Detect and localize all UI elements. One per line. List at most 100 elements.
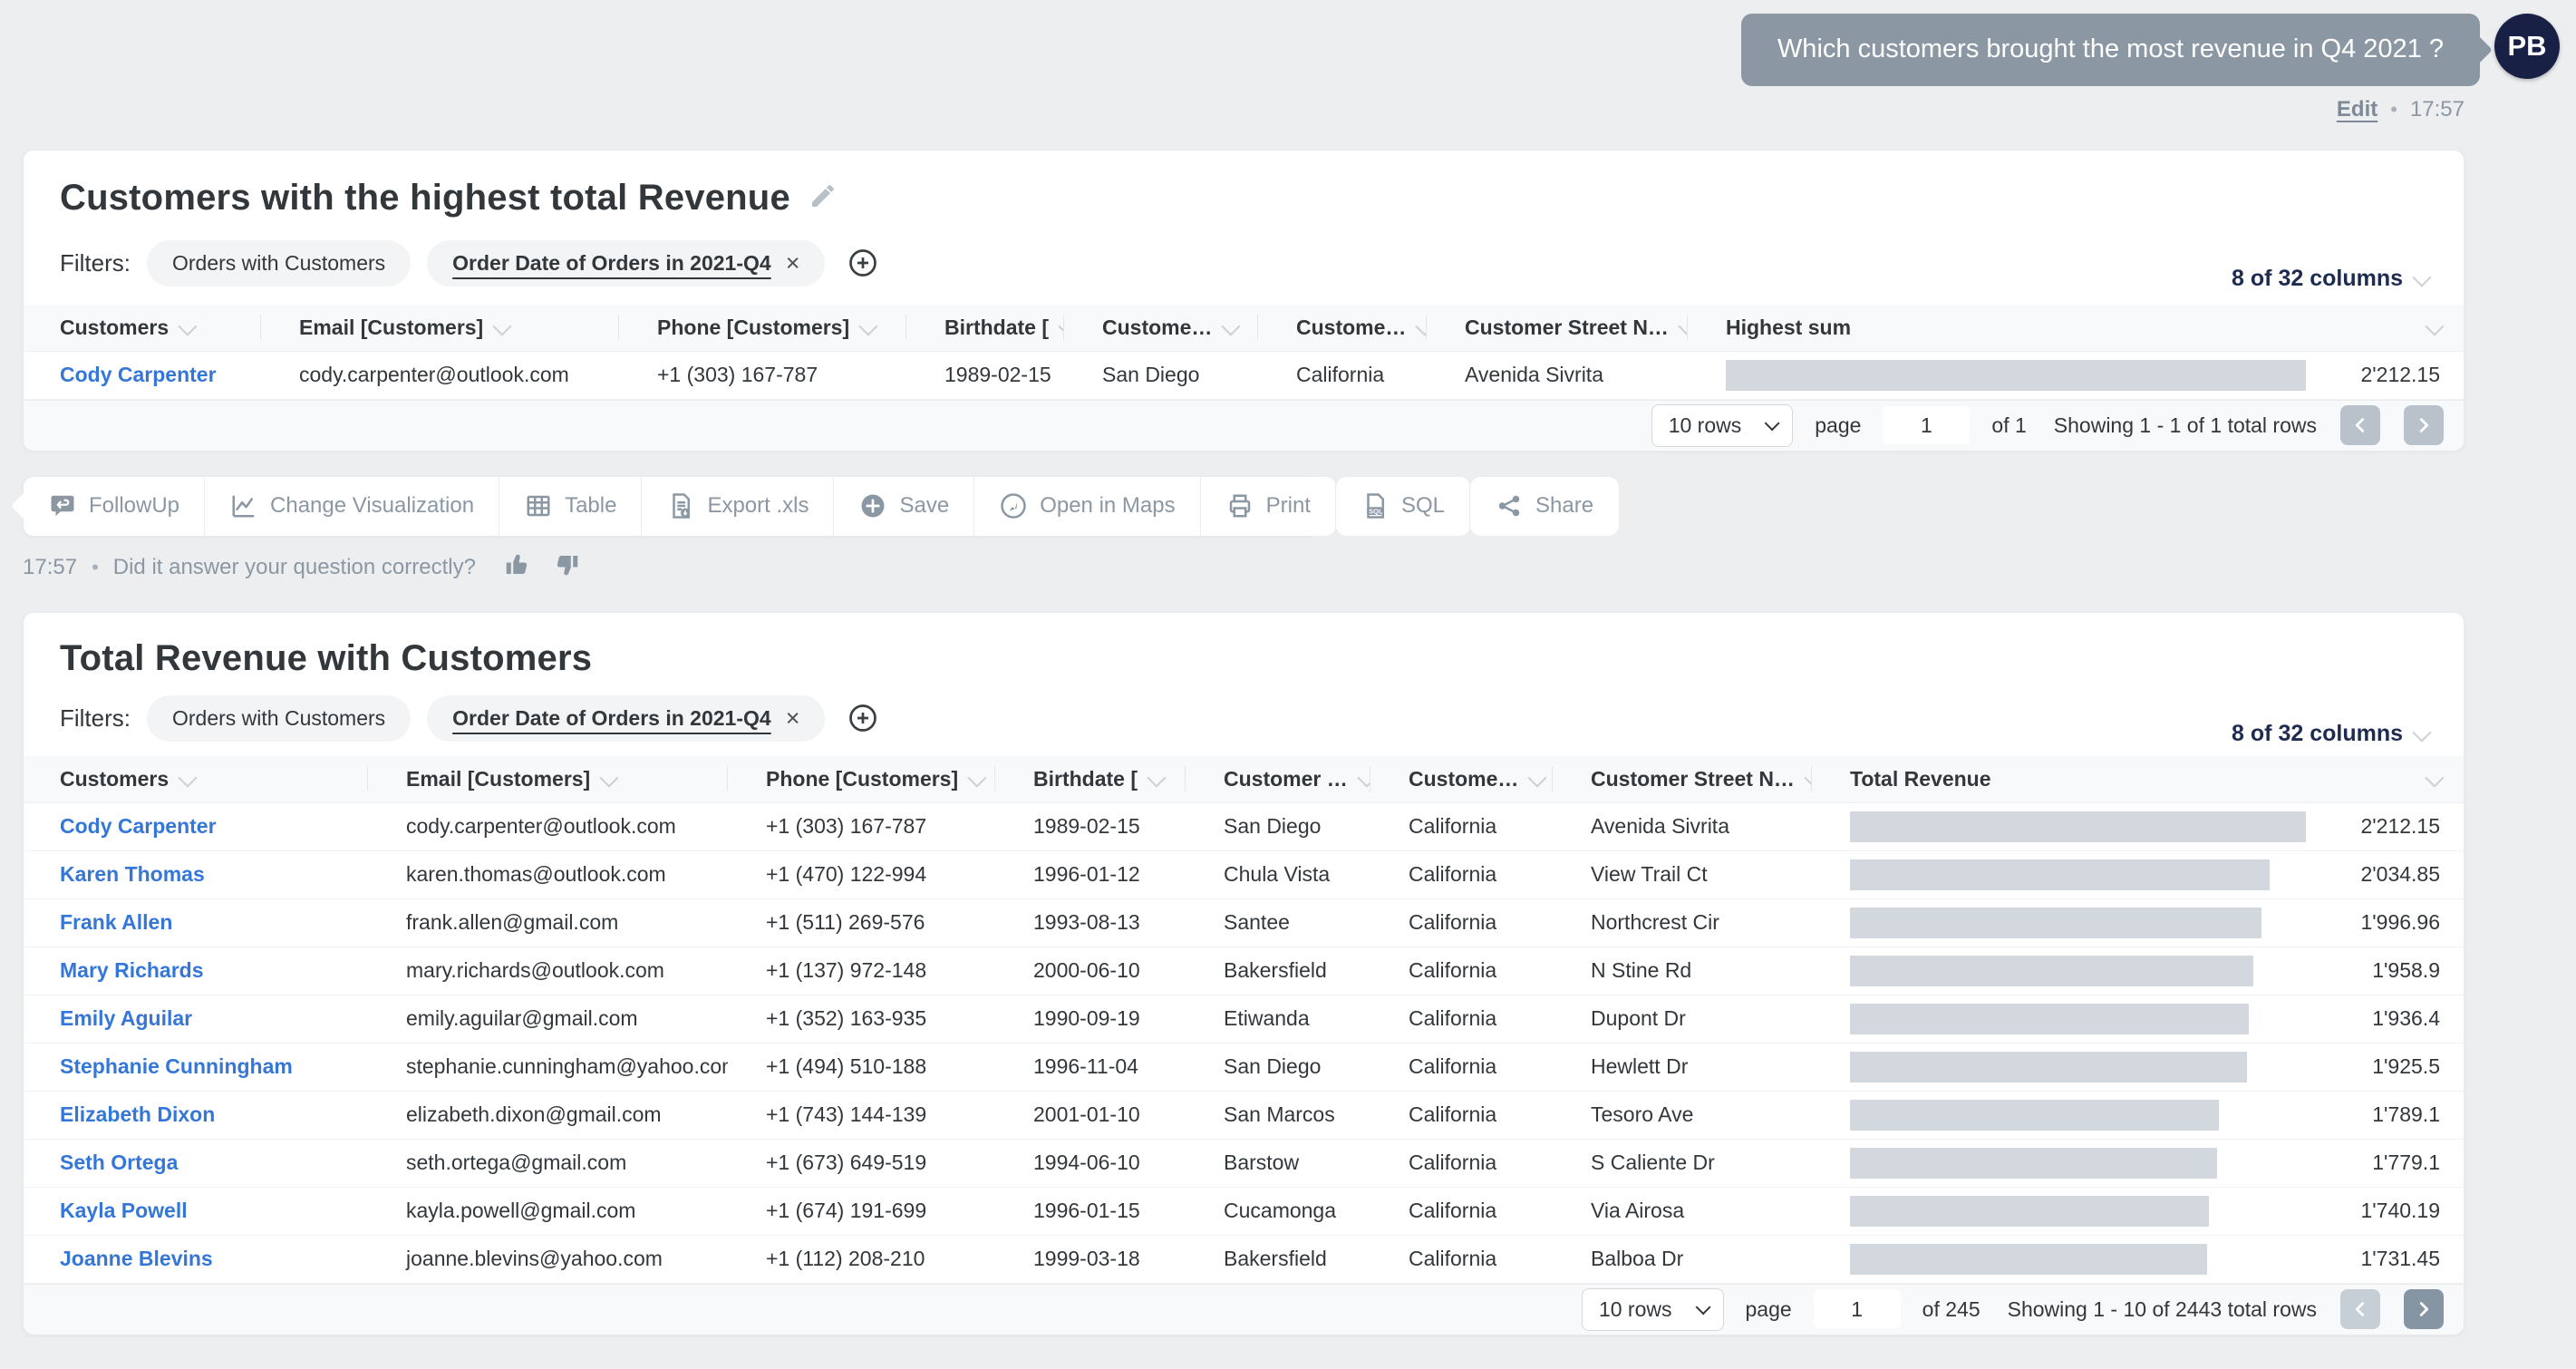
customer-name-link[interactable]: Kayla Powell [24,1199,368,1223]
thumbs-up-icon[interactable] [503,551,530,585]
chevron-down-icon[interactable] [2425,316,2444,335]
column-header-phone[interactable]: Phone [Customers] [619,305,906,351]
chevron-down-icon[interactable] [1357,768,1370,787]
customer-name-link[interactable]: Seth Ortega [24,1151,368,1175]
chevron-down-icon[interactable] [1678,316,1688,335]
edit-title-pencil-icon[interactable] [809,181,838,215]
customer-name-link[interactable]: Joanne Blevins [24,1247,368,1271]
chevron-down-icon[interactable] [178,316,197,335]
page-number-input[interactable] [1883,406,1970,444]
printer-icon [1226,492,1254,519]
customer-name-link[interactable]: Cody Carpenter [24,814,368,839]
email-cell: kayla.powell@gmail.com [368,1199,728,1223]
column-header-birthdate[interactable]: Birthdate [ [906,305,1064,351]
add-filter-icon[interactable] [847,247,879,279]
customer-name-link[interactable]: Frank Allen [24,910,368,935]
customer-name-link[interactable]: Cody Carpenter [24,363,261,387]
customer-name-link[interactable]: Karen Thomas [24,862,368,887]
column-header-city[interactable]: Customer … [1186,756,1370,802]
column-header-email[interactable]: Email [Customers] [261,305,619,351]
export-xls-button[interactable]: Export .xls [642,477,834,536]
column-header-email[interactable]: Email [Customers] [368,756,728,802]
column-header-state[interactable]: Custome… [1370,756,1553,802]
customer-name-link[interactable]: Emily Aguilar [24,1006,368,1031]
email-cell: stephanie.cunningham@yahoo.com [368,1054,728,1079]
state-cell: California [1370,862,1553,887]
value-bar [1850,1148,2217,1179]
column-header-phone[interactable]: Phone [Customers] [728,756,995,802]
column-header-street[interactable]: Customer Street N… [1553,756,1812,802]
previous-page-button[interactable] [2340,1289,2380,1329]
page-number-input[interactable] [1814,1290,1901,1328]
chevron-down-icon[interactable] [1222,316,1241,335]
column-header-customers[interactable]: Customers [24,305,261,351]
email-cell: emily.aguilar@gmail.com [368,1006,728,1031]
chevron-down-icon[interactable] [1147,768,1166,787]
save-button[interactable]: Save [834,477,974,536]
state-cell: California [1258,363,1427,387]
table-view-button[interactable]: Table [499,477,642,536]
next-page-button[interactable] [2404,1289,2444,1329]
card-title: Total Revenue with Customers [60,638,592,679]
chevron-down-icon[interactable] [1528,768,1547,787]
chevron-down-icon[interactable] [2425,768,2444,787]
value-bar-track [1850,956,2306,986]
table-row: Seth Ortega seth.ortega@gmail.com +1 (67… [24,1140,2464,1188]
chevron-down-icon[interactable] [1058,316,1064,335]
open-in-maps-button[interactable]: Open in Maps [974,477,1200,536]
result-card-total-revenue: Total Revenue with Customers Filters: Or… [23,612,2465,1335]
remove-filter-icon[interactable]: × [786,251,800,276]
email-cell: cody.carpenter@outlook.com [368,814,728,839]
revenue-value: 2'212.15 [2322,363,2440,387]
column-header-highest-sum[interactable]: Highest sum [1688,305,2464,351]
revenue-value: 1'958.9 [2322,958,2440,983]
followup-button[interactable]: FollowUp [24,477,205,536]
save-plus-icon [859,492,886,519]
street-cell: Via Airosa [1553,1199,1812,1223]
chevron-down-icon[interactable] [967,768,986,787]
column-header-birthdate[interactable]: Birthdate [ [995,756,1186,802]
showing-rows-summary: Showing 1 - 1 of 1 total rows [2054,413,2317,438]
results-table: Customers Email [Customers] Phone [Custo… [24,756,2464,1335]
table-row: Emily Aguilar emily.aguilar@gmail.com +1… [24,995,2464,1044]
columns-summary-dropdown[interactable]: 8 of 32 columns [2232,266,2427,292]
edit-question-link[interactable]: Edit [2337,97,2377,122]
chevron-down-icon[interactable] [1804,768,1812,787]
previous-page-button[interactable] [2340,405,2380,445]
rows-per-page-select[interactable]: 10 rows [1582,1288,1724,1331]
filter-chip-orders-with-customers[interactable]: Orders with Customers [147,240,411,286]
remove-filter-icon[interactable]: × [786,706,800,731]
revenue-value: 1'731.45 [2322,1247,2440,1271]
customer-name-link[interactable]: Stephanie Cunningham [24,1054,368,1079]
column-header-customers[interactable]: Customers [24,756,368,802]
chevron-down-icon[interactable] [1416,316,1427,335]
customer-name-link[interactable]: Elizabeth Dixon [24,1102,368,1127]
next-page-button[interactable] [2404,405,2444,445]
column-header-street[interactable]: Customer Street N… [1427,305,1688,351]
revenue-cell: 2'212.15 [1812,811,2464,842]
chevron-down-icon[interactable] [858,316,877,335]
column-header-state[interactable]: Custome… [1258,305,1427,351]
filter-chip-orders-with-customers[interactable]: Orders with Customers [147,695,411,742]
revenue-cell: 1'936.4 [1812,1004,2464,1034]
change-visualization-button[interactable]: Change Visualization [205,477,499,536]
columns-summary-dropdown[interactable]: 8 of 32 columns [2232,721,2427,747]
phone-cell: +1 (494) 510-188 [728,1054,995,1079]
thumbs-down-icon[interactable] [554,551,581,585]
column-header-city[interactable]: Custome… [1064,305,1258,351]
filter-chip-order-date[interactable]: Order Date of Orders in 2021-Q4 × [427,240,825,286]
print-button[interactable]: Print [1201,477,1336,536]
share-button[interactable]: Share [1470,477,1619,536]
add-filter-icon[interactable] [847,702,879,734]
birthdate-cell: 1990-09-19 [995,1006,1186,1031]
sql-button[interactable]: SQL SQL [1336,477,1470,536]
chevron-down-icon[interactable] [493,316,512,335]
chevron-down-icon[interactable] [178,768,197,787]
column-header-total-revenue[interactable]: Total Revenue [1812,756,2464,802]
customer-name-link[interactable]: Mary Richards [24,958,368,983]
rows-per-page-select[interactable]: 10 rows [1651,404,1794,447]
filter-chip-order-date[interactable]: Order Date of Orders in 2021-Q4 × [427,695,825,742]
revenue-cell: 1'740.19 [1812,1196,2464,1227]
value-bar-track [1726,360,2306,391]
chevron-down-icon[interactable] [600,768,619,787]
